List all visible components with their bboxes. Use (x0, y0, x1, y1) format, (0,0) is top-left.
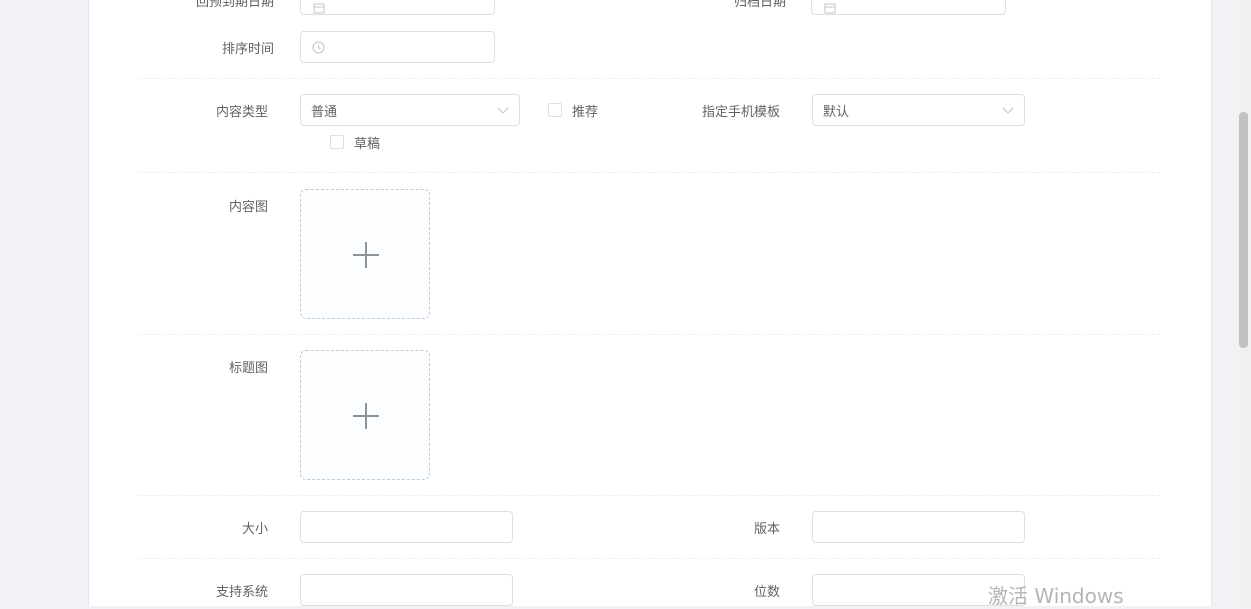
title-image-label: 标题图 (228, 361, 268, 376)
archive-date-input[interactable] (811, 0, 1006, 15)
size-input[interactable] (300, 511, 513, 543)
chevron-down-icon (1002, 102, 1014, 114)
windows-activation-watermark: 激活 Windows (988, 584, 1124, 608)
bits-label: 位数 (753, 585, 780, 600)
draft-checkbox[interactable] (330, 135, 344, 149)
content-type-select[interactable]: 普通 (300, 94, 520, 126)
divider (138, 78, 1160, 79)
content-type-value: 普通 (311, 104, 338, 120)
calendar-icon (313, 2, 327, 16)
top-left-date-input[interactable] (300, 0, 495, 15)
mobile-template-value: 默认 (823, 104, 850, 120)
plus-icon (353, 242, 379, 268)
draft-label: 草稿 (354, 137, 381, 152)
mobile-template-label: 指定手机模板 (701, 105, 780, 120)
top-left-label: 回预到期日期 (195, 0, 274, 10)
recommend-checkbox[interactable] (548, 103, 562, 117)
content-image-upload[interactable] (300, 189, 430, 319)
mobile-template-select[interactable]: 默认 (812, 94, 1025, 126)
support-system-label: 支持系统 (215, 585, 268, 600)
version-input[interactable] (812, 511, 1025, 543)
content-type-label: 内容类型 (215, 105, 268, 120)
recommend-label: 推荐 (572, 105, 599, 120)
chevron-down-icon (497, 102, 509, 114)
clock-icon (312, 41, 326, 55)
sort-time-label: 排序时间 (221, 42, 274, 57)
sort-time-input[interactable] (300, 31, 495, 63)
content-image-label: 内容图 (228, 200, 268, 215)
divider (138, 495, 1160, 496)
form-panel (88, 0, 1212, 606)
support-system-input[interactable] (300, 574, 513, 606)
top-right-label: 归档日期 (733, 0, 786, 10)
title-image-upload[interactable] (300, 350, 430, 480)
calendar-icon (824, 2, 838, 16)
divider (138, 172, 1160, 173)
divider (138, 558, 1160, 559)
size-label: 大小 (241, 522, 268, 537)
scrollbar-thumb[interactable] (1239, 112, 1248, 348)
version-label: 版本 (753, 522, 780, 537)
plus-icon (353, 403, 379, 429)
divider (138, 334, 1160, 335)
scrollbar[interactable] (1236, 0, 1251, 606)
